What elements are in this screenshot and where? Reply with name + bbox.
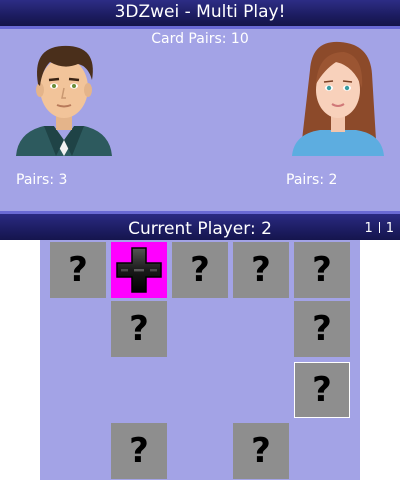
dpad-icon bbox=[116, 247, 162, 293]
top-screen: 3DZwei - Multi Play! Card Pairs: 10 Pair… bbox=[0, 0, 400, 243]
bottom-screen: ? ? ? ? ? ? ? ? ? bbox=[0, 240, 400, 480]
card-hidden[interactable]: ? bbox=[111, 423, 167, 479]
game-title: 3DZwei - Multi Play! bbox=[114, 2, 286, 22]
page-total: 1 bbox=[385, 221, 394, 236]
card-hidden[interactable]: ? bbox=[294, 301, 350, 357]
card-hidden[interactable]: ? bbox=[50, 242, 106, 298]
question-mark: ? bbox=[312, 309, 332, 349]
question-mark: ? bbox=[251, 431, 271, 471]
page-current: 1 bbox=[364, 221, 373, 236]
question-mark: ? bbox=[251, 250, 271, 290]
player1-avatar bbox=[16, 45, 112, 156]
page-separator bbox=[378, 222, 380, 233]
card-hidden[interactable]: ? bbox=[111, 301, 167, 357]
status-bar: Current Player: 2 11 bbox=[0, 211, 400, 243]
card-hidden-selected[interactable]: ? bbox=[294, 362, 350, 418]
player2-avatar bbox=[292, 41, 384, 156]
question-mark: ? bbox=[312, 250, 332, 290]
game-board: ? ? ? ? ? ? ? ? ? bbox=[40, 240, 360, 480]
player1-pairs: Pairs: 3 bbox=[16, 172, 68, 188]
question-mark: ? bbox=[129, 431, 149, 471]
question-mark: ? bbox=[129, 309, 149, 349]
question-mark: ? bbox=[312, 370, 332, 410]
title-bar: 3DZwei - Multi Play! bbox=[0, 0, 400, 29]
card-hidden[interactable]: ? bbox=[233, 423, 289, 479]
card-hidden[interactable]: ? bbox=[294, 242, 350, 298]
card-revealed bbox=[111, 242, 167, 298]
card-hidden[interactable]: ? bbox=[172, 242, 228, 298]
player2-pairs: Pairs: 2 bbox=[286, 172, 338, 188]
question-mark: ? bbox=[68, 250, 88, 290]
question-mark: ? bbox=[190, 250, 210, 290]
card-hidden[interactable]: ? bbox=[233, 242, 289, 298]
